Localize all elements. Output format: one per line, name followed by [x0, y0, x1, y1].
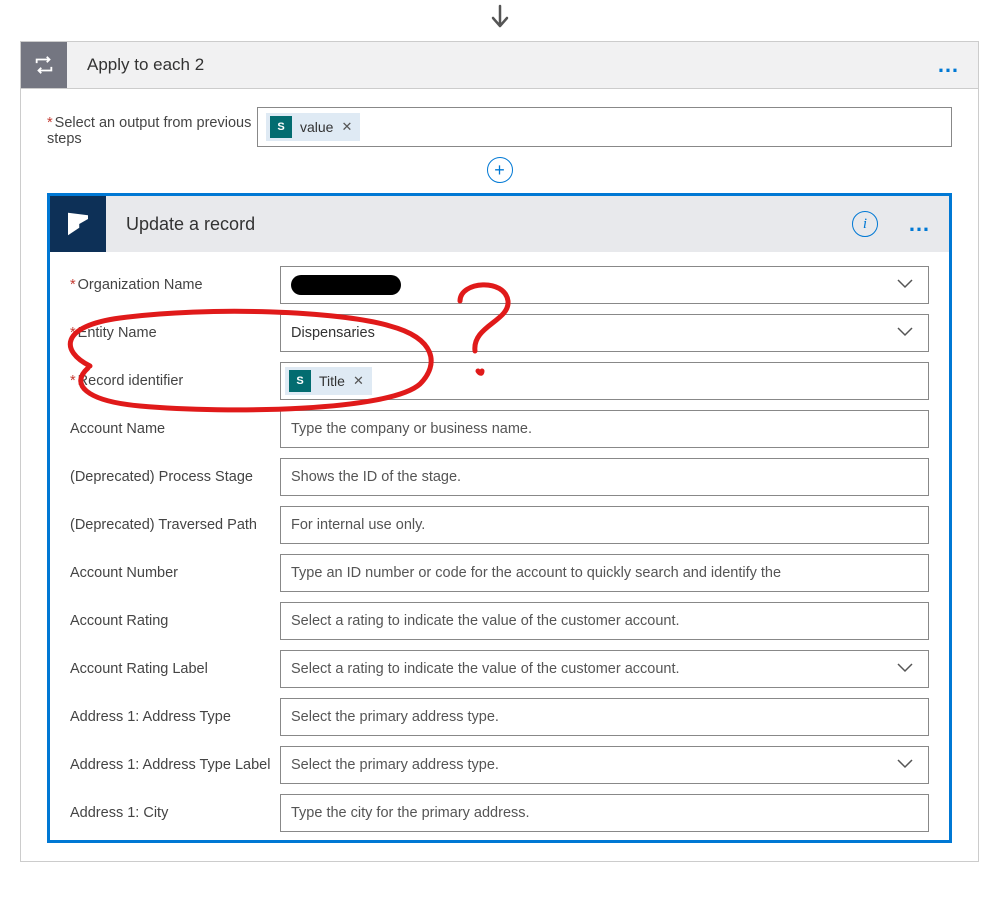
info-button[interactable]: i [852, 211, 878, 237]
redacted-value [291, 275, 401, 295]
select-output-input[interactable]: S value ✕ [257, 107, 952, 147]
chevron-down-icon [896, 277, 914, 293]
sharepoint-icon: S [270, 116, 292, 138]
connector-arrow-down-icon [0, 0, 999, 41]
field-label: *Entity Name [70, 324, 280, 342]
field-label: Account Name [70, 420, 280, 438]
required-asterisk: * [70, 277, 76, 293]
field-label: (Deprecated) Traversed Path [70, 514, 280, 536]
traversed-path-input[interactable]: For internal use only. [280, 506, 929, 544]
inner-card-title: Update a record [106, 214, 852, 235]
address1-type-input[interactable]: Select the primary address type. [280, 698, 929, 736]
field-label: Address 1: Address Type [70, 706, 280, 728]
token-text: Title [319, 373, 345, 389]
inner-card-header[interactable]: Update a record i … [50, 196, 949, 252]
process-stage-input[interactable]: Shows the ID of the stage. [280, 458, 929, 496]
required-asterisk: * [70, 325, 76, 341]
token-remove-icon[interactable]: ✕ [341, 119, 352, 135]
card-body: *Select an output from previous steps S … [21, 89, 978, 861]
chevron-down-icon [896, 325, 914, 341]
record-identifier-input[interactable]: S Title ✕ [280, 362, 929, 400]
inner-card-menu-button[interactable]: … [890, 211, 949, 237]
address1-type-label-dropdown[interactable]: Select the primary address type. [280, 746, 929, 784]
apply-to-each-card: Apply to each 2 … *Select an output from… [20, 41, 979, 862]
card-menu-button[interactable]: … [919, 52, 978, 78]
required-asterisk: * [47, 115, 53, 131]
account-name-input[interactable]: Type the company or business name. [280, 410, 929, 448]
account-number-input[interactable]: Type an ID number or code for the accoun… [280, 554, 929, 592]
card-title: Apply to each 2 [67, 55, 919, 75]
dynamics-icon [50, 196, 106, 252]
field-label: Address 1: Address Type Label [70, 754, 280, 776]
field-label: Address 1: City [70, 804, 280, 822]
dynamic-token-title[interactable]: S Title ✕ [285, 367, 372, 395]
org-name-dropdown[interactable] [280, 266, 929, 304]
sharepoint-icon: S [289, 370, 311, 392]
field-label: Account Rating Label [70, 660, 280, 678]
add-step-row: + [47, 147, 952, 189]
loop-icon [21, 42, 67, 88]
add-step-button[interactable]: + [487, 157, 513, 183]
token-remove-icon[interactable]: ✕ [353, 373, 364, 389]
field-label: *Record identifier [70, 372, 280, 390]
address1-city-input[interactable]: Type the city for the primary address. [280, 794, 929, 832]
field-label-select-output: *Select an output from previous steps [47, 107, 257, 147]
field-label: (Deprecated) Process Stage [70, 466, 280, 488]
field-label: Account Number [70, 564, 280, 582]
field-label: Account Rating [70, 612, 280, 630]
field-label: *Organization Name [70, 276, 280, 294]
token-text: value [300, 119, 333, 135]
dynamic-token-value[interactable]: S value ✕ [266, 113, 360, 141]
chevron-down-icon [896, 661, 914, 677]
entity-name-dropdown[interactable]: Dispensaries [280, 314, 929, 352]
inner-card-body: *Organization Name *Entity Name [50, 252, 949, 840]
account-rating-label-dropdown[interactable]: Select a rating to indicate the value of… [280, 650, 929, 688]
update-record-card: Update a record i … *Organization Name [47, 193, 952, 843]
required-asterisk: * [70, 373, 76, 389]
chevron-down-icon [896, 757, 914, 773]
card-header[interactable]: Apply to each 2 … [21, 42, 978, 89]
account-rating-input[interactable]: Select a rating to indicate the value of… [280, 602, 929, 640]
